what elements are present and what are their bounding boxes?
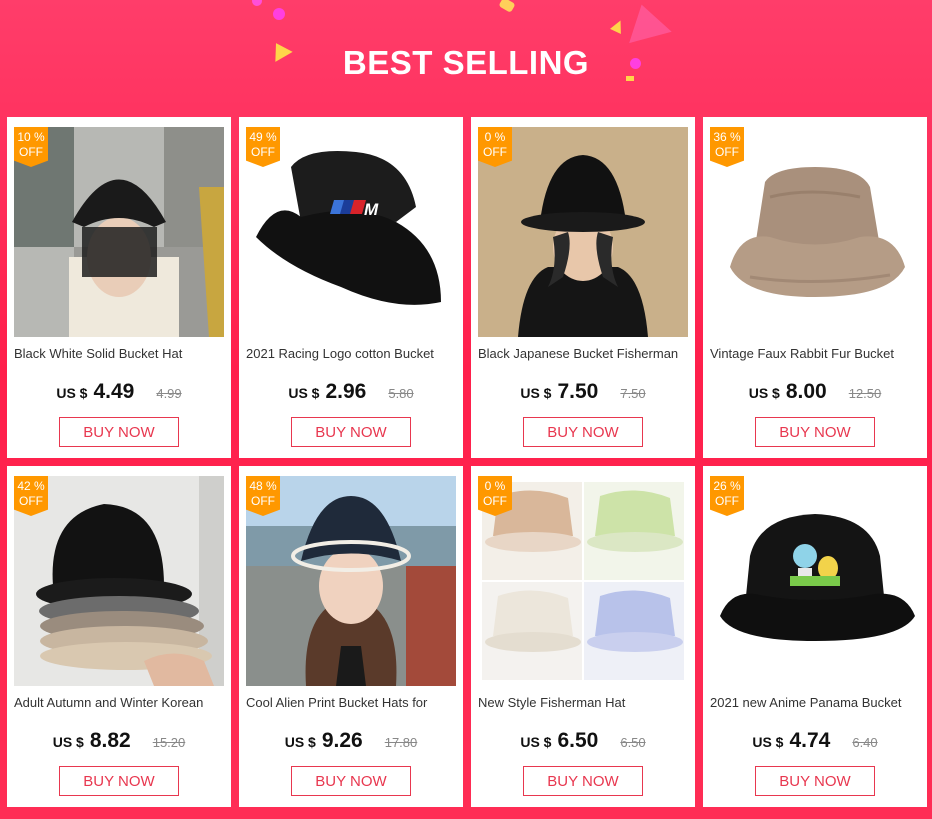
discount-badge: 0 % OFF: [478, 476, 512, 516]
discount-off-label: OFF: [251, 494, 275, 508]
buy-now-button[interactable]: BUY NOW: [59, 417, 179, 447]
buy-now-button[interactable]: BUY NOW: [59, 766, 179, 796]
price-row: US $ 6.50 6.50: [471, 729, 695, 753]
discount-off-label: OFF: [251, 145, 275, 159]
header: BEST SELLING: [0, 0, 932, 118]
original-price: 6.50: [620, 735, 646, 750]
sale-price: 2.96: [325, 380, 367, 403]
discount-percent: 26 %: [713, 479, 741, 493]
currency-label: US $: [520, 385, 552, 401]
product-card[interactable]: 0 % OFF New Style Fisherman Hat US $ 6.5…: [471, 466, 695, 807]
currency-label: US $: [288, 385, 320, 401]
discount-off-label: OFF: [19, 145, 43, 159]
svg-text:M: M: [364, 200, 379, 219]
product-name[interactable]: Black Japanese Bucket Fisherman: [478, 345, 690, 363]
product-name[interactable]: New Style Fisherman Hat: [478, 694, 690, 712]
product-card[interactable]: 26 % OFF 2021 new Anime Panama Bucket US…: [703, 466, 927, 807]
discount-badge: 36 % OFF: [710, 127, 744, 167]
discount-percent: 0 %: [484, 130, 506, 144]
original-price: 6.40: [852, 735, 878, 750]
buy-now-button[interactable]: BUY NOW: [523, 417, 643, 447]
discount-off-label: OFF: [715, 494, 739, 508]
product-name[interactable]: 2021 new Anime Panama Bucket: [710, 694, 922, 712]
price-row: US $ 9.26 17.80: [239, 729, 463, 753]
sale-price: 8.82: [89, 729, 131, 752]
product-name[interactable]: Adult Autumn and Winter Korean: [14, 694, 226, 712]
discount-badge: 48 % OFF: [246, 476, 280, 516]
discount-badge: 10 % OFF: [14, 127, 48, 167]
page-title: BEST SELLING: [342, 44, 590, 81]
currency-label: US $: [284, 734, 316, 750]
discount-off-label: OFF: [483, 145, 507, 159]
product-name[interactable]: Vintage Faux Rabbit Fur Bucket: [710, 345, 922, 363]
price-row: US $ 8.00 12.50: [703, 380, 927, 404]
discount-off-label: OFF: [19, 494, 43, 508]
currency-label: US $: [752, 734, 784, 750]
product-card[interactable]: M 49 % OFF 2021 Racing Logo cotton Bucke…: [239, 117, 463, 458]
discount-off-label: OFF: [715, 145, 739, 159]
original-price: 4.99: [156, 386, 182, 401]
sale-price: 4.49: [93, 380, 135, 403]
product-card[interactable]: 10 % OFF Black White Solid Bucket Hat US…: [7, 117, 231, 458]
sale-price: 6.50: [557, 729, 599, 752]
discount-badge: 42 % OFF: [14, 476, 48, 516]
buy-now-button[interactable]: BUY NOW: [523, 766, 643, 796]
buy-now-button[interactable]: BUY NOW: [755, 766, 875, 796]
discount-percent: 36 %: [713, 130, 741, 144]
sale-price: 9.26: [321, 729, 363, 752]
currency-label: US $: [56, 385, 88, 401]
product-card[interactable]: 0 % OFF Black Japanese Bucket Fisherman …: [471, 117, 695, 458]
currency-label: US $: [52, 734, 84, 750]
buy-now-button[interactable]: BUY NOW: [291, 766, 411, 796]
discount-badge: 26 % OFF: [710, 476, 744, 516]
sale-price: 4.74: [789, 729, 831, 752]
price-row: US $ 4.74 6.40: [703, 729, 927, 753]
product-card[interactable]: 48 % OFF Cool Alien Print Bucket Hats fo…: [239, 466, 463, 807]
discount-badge: 0 % OFF: [478, 127, 512, 167]
price-row: US $ 4.49 4.99: [7, 380, 231, 404]
price-row: US $ 2.96 5.80: [239, 380, 463, 404]
currency-label: US $: [748, 385, 780, 401]
original-price: 15.20: [152, 735, 186, 750]
currency-label: US $: [520, 734, 552, 750]
discount-percent: 0 %: [484, 479, 506, 493]
product-name[interactable]: Black White Solid Bucket Hat: [14, 345, 226, 363]
discount-off-label: OFF: [483, 494, 507, 508]
price-row: US $ 8.82 15.20: [7, 729, 231, 753]
discount-percent: 49 %: [249, 130, 277, 144]
buy-now-button[interactable]: BUY NOW: [755, 417, 875, 447]
price-row: US $ 7.50 7.50: [471, 380, 695, 404]
discount-percent: 48 %: [249, 479, 277, 493]
product-card[interactable]: 36 % OFF Vintage Faux Rabbit Fur Bucket …: [703, 117, 927, 458]
discount-badge: 49 % OFF: [246, 127, 280, 167]
product-card[interactable]: 42 % OFF Adult Autumn and Winter Korean …: [7, 466, 231, 807]
original-price: 12.50: [848, 386, 882, 401]
original-price: 17.80: [384, 735, 418, 750]
discount-percent: 10 %: [17, 130, 45, 144]
buy-now-button[interactable]: BUY NOW: [291, 417, 411, 447]
original-price: 5.80: [388, 386, 414, 401]
sale-price: 7.50: [557, 380, 599, 403]
original-price: 7.50: [620, 386, 646, 401]
product-grid: 10 % OFF Black White Solid Bucket Hat US…: [7, 117, 927, 807]
discount-percent: 42 %: [17, 479, 45, 493]
product-name[interactable]: Cool Alien Print Bucket Hats for: [246, 694, 458, 712]
product-name[interactable]: 2021 Racing Logo cotton Bucket: [246, 345, 458, 363]
sale-price: 8.00: [785, 380, 827, 403]
